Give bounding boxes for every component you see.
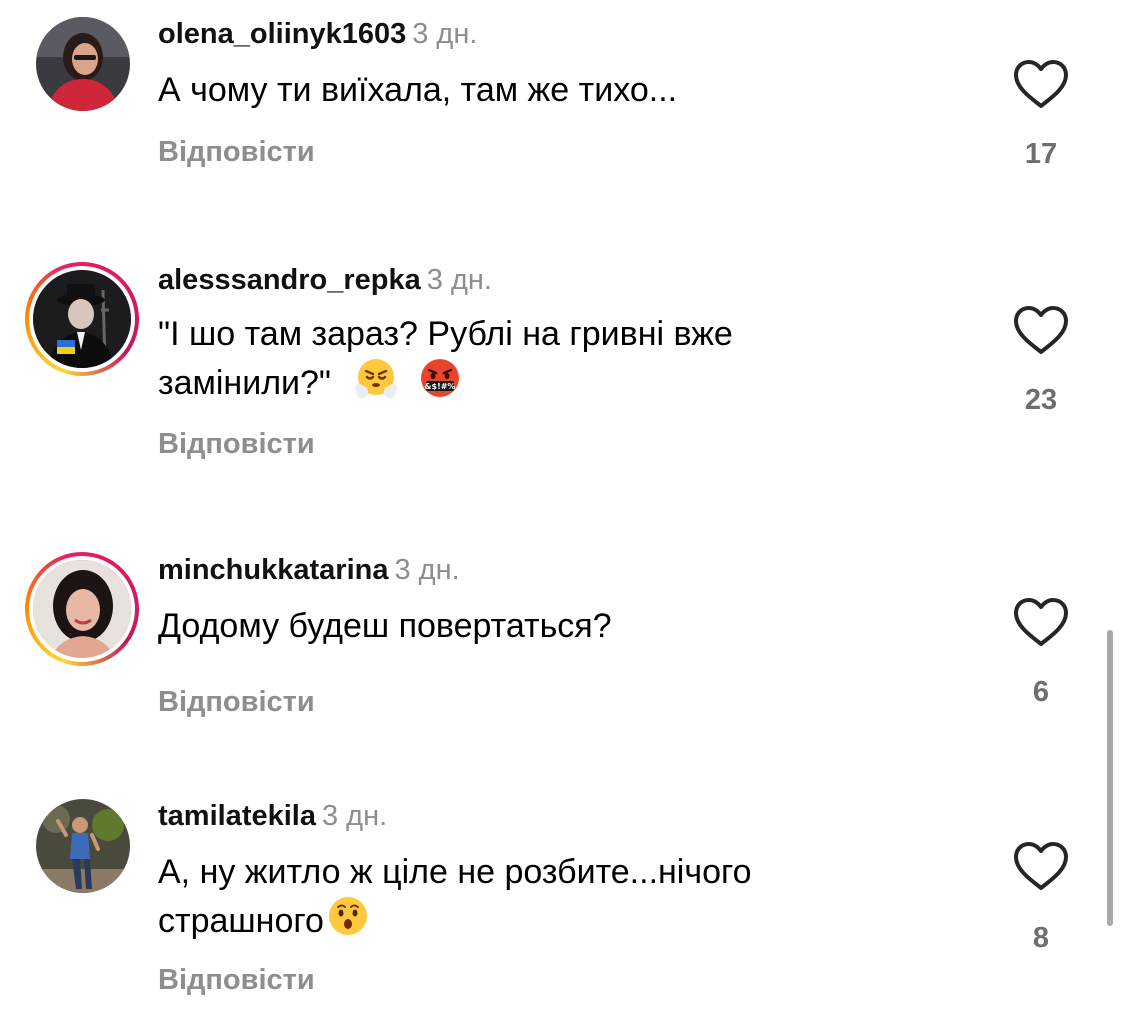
timestamp: 3 дн. [394,554,460,586]
comment-text: "І шо там зараз? Рублі на гривні вже зам… [158,312,878,405]
timestamp: 3 дн. [321,800,388,832]
avatar-photo [33,270,131,368]
comment-text: А, ну житло ж ціле не розбите...нічого с… [158,850,898,943]
like-count: 6 [1032,676,1050,708]
comment-meta: olena_oliinyk1603 3 дн. [158,18,477,51]
timestamp: 3 дн. [412,18,478,50]
username[interactable]: alesssandro_repka [158,264,421,296]
avatar[interactable] [25,788,139,902]
hushed-face-icon [326,894,370,938]
avatar[interactable] [25,6,139,120]
like-count: 23 [1024,384,1058,416]
reply-button[interactable]: Відповісти [158,686,315,719]
face-with-symbols-on-mouth-icon: &$!#% [418,356,462,400]
reply-button[interactable]: Відповісти [158,964,315,997]
comment-meta: tamilatekila 3 дн. [158,800,387,833]
avatar-photo [33,560,131,658]
reply-button[interactable]: Відповісти [158,428,315,461]
like-heart-icon[interactable] [1012,304,1070,356]
comment-text-body: А чому ти виїхала, там же тихо... [158,71,678,109]
comment-text-body: А, ну житло ж ціле не розбите...нічого с… [158,853,752,940]
comment-text: А чому ти виїхала, там же тихо... [158,68,938,112]
like-heart-icon[interactable] [1012,596,1070,648]
like-count: 17 [1024,138,1058,170]
like-heart-icon[interactable] [1012,840,1070,892]
scrollbar[interactable] [1107,630,1113,926]
comment-meta: minchukkatarina 3 дн. [158,554,460,587]
like-count: 8 [1032,922,1050,954]
face-with-steam-icon [354,356,398,400]
reply-button[interactable]: Відповісти [158,136,315,169]
username[interactable]: olena_oliinyk1603 [158,18,406,50]
comment-text-body: Додому будеш повертаться? [158,607,612,645]
avatar-photo [36,17,130,111]
comment-meta: alesssandro_repka 3 дн. [158,264,492,297]
avatar-story-ring[interactable] [25,552,139,666]
avatar-photo [36,799,130,893]
svg-text:&$!#%: &$!#% [424,382,455,391]
like-heart-icon[interactable] [1012,58,1070,110]
timestamp: 3 дн. [426,264,492,296]
avatar-story-ring[interactable] [25,262,139,376]
comment-text: Додому будеш повертаться? [158,604,938,648]
username[interactable]: minchukkatarina [158,554,388,586]
username[interactable]: tamilatekila [158,800,316,832]
